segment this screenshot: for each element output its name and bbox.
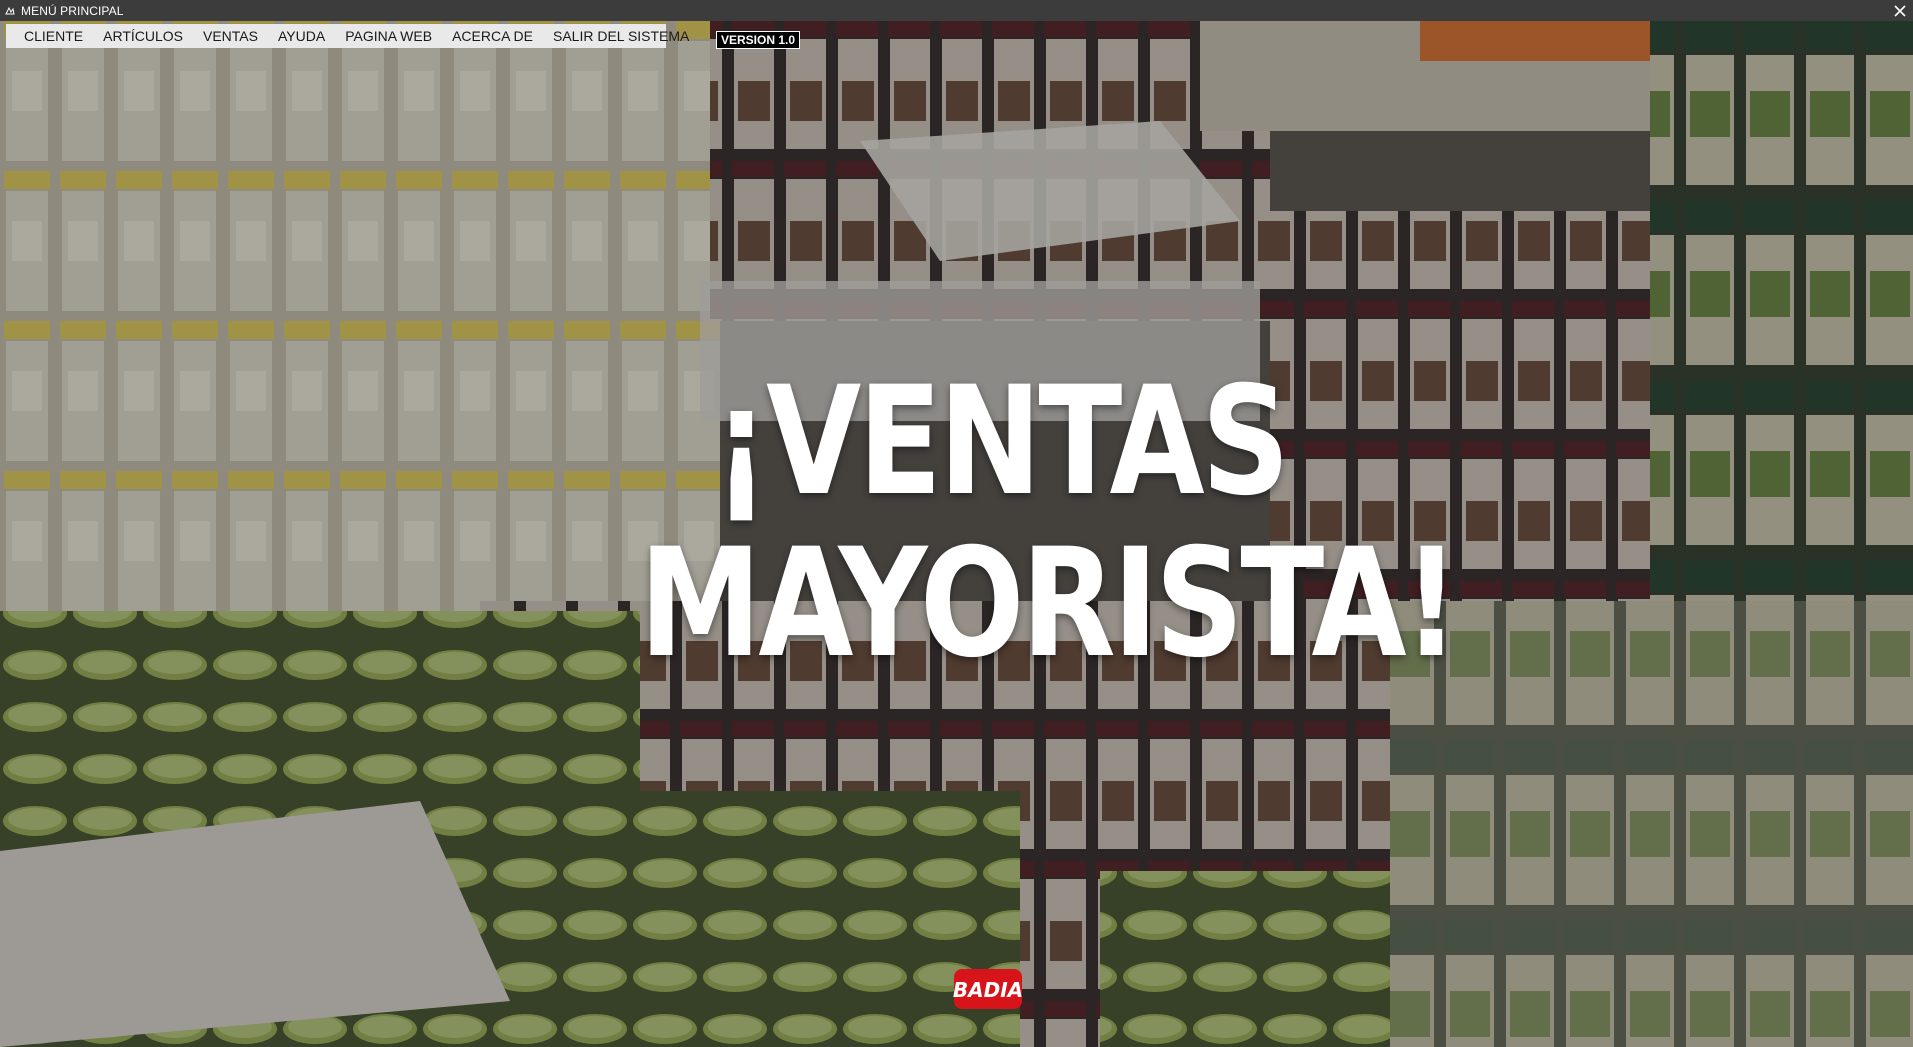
close-icon [1894,4,1906,17]
menu-ayuda[interactable]: AYUDA [268,24,335,48]
main-menu-bar: CLIENTE ARTÍCULOS VENTAS AYUDA PAGINA WE… [6,24,689,48]
banner-line-2: MAYORISTA! [639,517,1459,691]
menu-salir-del-sistema[interactable]: SALIR DEL SISTEMA [543,24,699,48]
app-icon [3,4,17,18]
window-title: MENÚ PRINCIPAL [21,3,124,18]
window-titlebar: MENÚ PRINCIPAL [0,0,1913,21]
svg-text:BADIA: BADIA [953,978,1023,1002]
menu-pagina-web[interactable]: PAGINA WEB [335,24,442,48]
main-window-area: ¡VENTAS MAYORISTA! BADIA [0,21,1913,1047]
menu-acerca-de[interactable]: ACERCA DE [442,24,543,48]
banner-line-1: ¡VENTAS [713,355,1290,529]
badia-logo: BADIA [952,961,1024,1017]
menu-cliente[interactable]: CLIENTE [14,24,93,48]
version-label: VERSION 1.0 [716,31,801,49]
banner-headline: ¡VENTAS MAYORISTA! [639,355,1459,691]
menu-ventas[interactable]: VENTAS [193,24,268,48]
menu-articulos[interactable]: ARTÍCULOS [93,24,193,48]
close-button[interactable] [1887,0,1913,21]
